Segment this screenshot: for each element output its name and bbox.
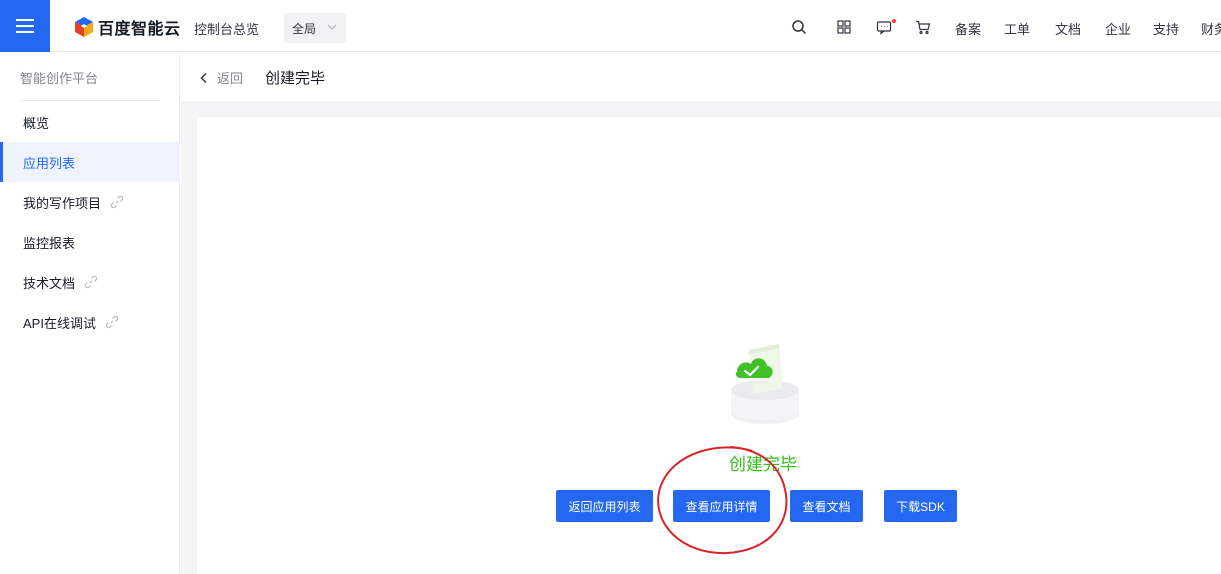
nav-link-filing[interactable]: 备案 xyxy=(955,19,981,38)
sidebar-item-label: API在线调试 xyxy=(23,315,96,331)
top-navigation-bar: 百度智能云 控制台总览 全局 备案 工单 文档 企业 支持 财务 xyxy=(0,0,1221,52)
view-docs-button[interactable]: 查看文档 xyxy=(790,490,863,522)
nav-link-enterprise[interactable]: 企业 xyxy=(1105,19,1131,38)
sidebar-item-label: 监控报表 xyxy=(23,235,76,251)
sidebar-divider xyxy=(20,100,160,101)
region-select[interactable]: 全局 xyxy=(284,13,346,43)
sidebar-item-app-list[interactable]: 应用列表 xyxy=(0,142,180,182)
external-link-icon xyxy=(84,275,98,289)
apps-grid-icon[interactable] xyxy=(835,18,853,36)
nav-link-docs[interactable]: 文档 xyxy=(1055,19,1081,38)
sidebar-item-label: 技术文档 xyxy=(23,275,76,291)
success-cloud-icon xyxy=(731,344,799,424)
page-title: 创建完毕 xyxy=(265,70,326,87)
search-icon[interactable] xyxy=(790,18,808,36)
menu-icon xyxy=(16,19,34,33)
chevron-left-icon xyxy=(200,72,207,83)
notification-dot xyxy=(892,19,896,23)
cube-logo-icon xyxy=(75,17,93,37)
back-label: 返回 xyxy=(217,71,244,86)
page-header: 返回 创建完毕 xyxy=(181,53,1221,101)
sidebar-item-label: 应用列表 xyxy=(23,155,76,171)
external-link-icon xyxy=(110,195,124,209)
sidebar-item-label: 我的写作项目 xyxy=(23,195,102,211)
sidebar-item-tech-docs[interactable]: 技术文档 xyxy=(0,262,180,302)
back-to-app-list-button[interactable]: 返回应用列表 xyxy=(556,490,653,522)
region-value: 全局 xyxy=(292,21,317,36)
back-button[interactable]: 返回 xyxy=(199,68,243,87)
hamburger-menu-button[interactable] xyxy=(0,0,50,52)
nav-link-finance[interactable]: 财务 xyxy=(1201,19,1221,38)
sidebar-item-overview[interactable]: 概览 xyxy=(0,102,180,142)
sidebar-item-api-debug[interactable]: API在线调试 xyxy=(0,302,180,342)
cart-icon[interactable] xyxy=(914,18,932,36)
brand-name: 百度智能云 xyxy=(98,21,181,38)
chevron-down-icon xyxy=(327,24,337,30)
sidebar-item-my-writing-projects[interactable]: 我的写作项目 xyxy=(0,182,180,222)
console-overview-link[interactable]: 控制台总览 xyxy=(194,19,259,38)
message-icon[interactable] xyxy=(875,18,893,36)
annotation-circle xyxy=(657,446,788,555)
brand-logo[interactable]: 百度智能云 xyxy=(74,16,181,38)
download-sdk-button[interactable]: 下载SDK xyxy=(884,490,957,522)
sidebar-title: 智能创作平台 xyxy=(20,71,99,86)
external-link-icon xyxy=(105,315,119,329)
sidebar: 智能创作平台 概览 应用列表 我的写作项目 监控报表 技术文档 API在线调试 xyxy=(0,53,180,574)
sidebar-item-monitoring-reports[interactable]: 监控报表 xyxy=(0,222,180,262)
sidebar-item-label: 概览 xyxy=(23,115,50,131)
nav-link-ticket[interactable]: 工单 xyxy=(1004,19,1030,38)
nav-link-support[interactable]: 支持 xyxy=(1153,19,1179,38)
